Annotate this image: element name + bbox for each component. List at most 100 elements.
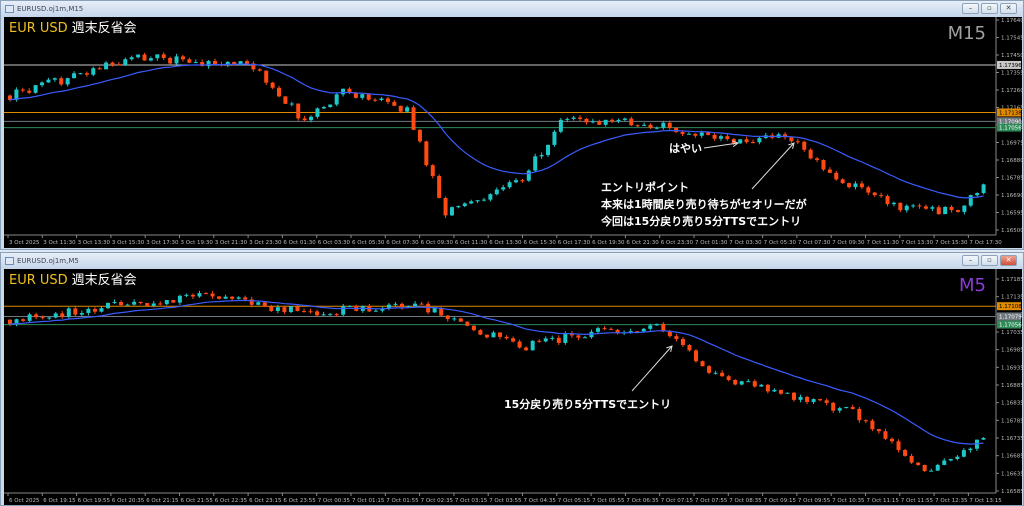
time-tick-label: 3 Oct 13:30 [78, 240, 111, 246]
candle-bearish [443, 197, 448, 216]
candle-bearish [59, 78, 64, 85]
price-tick-label: 1.16785 [1001, 418, 1022, 424]
candle-bearish [648, 124, 653, 128]
candle-bullish [379, 98, 384, 101]
candle-bullish [177, 295, 182, 303]
candle-bearish [484, 334, 489, 338]
chart-caption: 週末反省会 [71, 273, 137, 288]
candle-bearish [824, 400, 829, 403]
candle-bearish [674, 336, 679, 340]
candle-bearish [439, 308, 444, 316]
chart-window-m5[interactable]: EURUSD.oj1m,M5 – ▫ ✕ 1.17185 1.17135 1.170… [0, 252, 1024, 506]
window-titlebar[interactable]: EURUSD.oj1m,M5 – ▫ ✕ [1, 253, 1023, 269]
candle-bullish [757, 137, 762, 143]
candle-bearish [161, 54, 166, 58]
window-title: EURUSD.oj1m,M5 [17, 257, 79, 265]
time-tick-label: 7 Oct 07:55 [695, 498, 728, 504]
price-level-label: 1.17056 [999, 323, 1022, 329]
candle-bullish [844, 407, 849, 409]
time-tick-label: 7 Oct 03:15 [455, 498, 488, 504]
candle-bullish [699, 132, 704, 136]
time-tick-label: 6 Oct 22:35 [215, 498, 248, 504]
candle-bearish [834, 172, 839, 180]
candle-bullish [151, 303, 156, 306]
candle-bullish [104, 62, 109, 70]
price-tick-label: 1.17545 [1001, 36, 1022, 42]
candle-bearish [707, 366, 712, 373]
candle-bearish [60, 313, 65, 317]
chart-window-icon [5, 5, 14, 13]
restore-button[interactable]: ▫ [981, 255, 998, 266]
price-tick-label: 1.16885 [1001, 383, 1022, 389]
time-tick-label: 3 Oct 21:30 [215, 240, 248, 246]
price-chart-m15[interactable]: 1.17640 1.17545 1.17450 1.17355 1.17260 1.171… [4, 17, 1022, 248]
minimize-button[interactable]: – [962, 3, 979, 14]
chart-window-m15[interactable]: EURUSD.oj1m,M15 – ▫ ✕ 1.17640 1.17545 1.17… [0, 0, 1024, 250]
price-level-label: 1.17056 [999, 126, 1022, 132]
price-tick-label: 1.16585 [1001, 489, 1022, 495]
candle-bullish [197, 293, 202, 297]
candle-bearish [802, 141, 807, 150]
candle-bearish [168, 57, 173, 64]
candle-bearish [831, 402, 836, 411]
time-tick-label: 7 Oct 13:15 [969, 498, 1002, 504]
price-chart-m5[interactable]: 1.171851.171351.170851.170351.169851.169… [4, 269, 1022, 505]
candle-bearish [693, 133, 698, 136]
candle-bearish [694, 350, 698, 362]
candle-bearish [537, 340, 542, 342]
candle-bearish [720, 372, 725, 377]
time-tick-label: 6 Oct 15:30 [524, 240, 557, 246]
candle-bullish [475, 200, 480, 202]
window-titlebar[interactable]: EURUSD.oj1m,M15 – ▫ ✕ [1, 1, 1023, 17]
price-level-label: 1.17108 [999, 304, 1022, 310]
close-button[interactable]: ✕ [1000, 3, 1017, 14]
candle-bullish [968, 448, 973, 451]
candle-bullish [713, 372, 718, 374]
minimize-button[interactable]: – [962, 255, 979, 266]
candle-bullish [962, 205, 967, 212]
time-tick-label: 6 Oct 03:30 [318, 240, 351, 246]
candle-bearish [674, 127, 679, 133]
candle-bearish [726, 376, 731, 380]
price-tick-label: 1.16785 [1001, 176, 1022, 182]
timeframe-label: M5 [959, 275, 986, 296]
candle-bearish [576, 335, 581, 338]
candle-bearish [923, 206, 928, 209]
symbol-label: EUR USD [9, 273, 68, 288]
candle-bullish [91, 68, 96, 75]
candle-bullish [47, 317, 52, 319]
candle-bullish [462, 203, 467, 207]
candle-bearish [752, 381, 757, 387]
candle-bullish [811, 399, 816, 403]
close-button[interactable]: ✕ [1000, 255, 1017, 266]
time-tick-label: 7 Oct 01:55 [386, 498, 419, 504]
candle-bearish [262, 302, 267, 307]
candle-bearish [524, 347, 529, 351]
candle-bearish [872, 192, 877, 196]
restore-button[interactable]: ▫ [981, 3, 998, 14]
candle-bearish [471, 325, 476, 331]
time-tick-label: 7 Oct 05:15 [558, 498, 591, 504]
candle-bullish [975, 193, 980, 196]
time-tick-label: 3 Oct 11:30 [43, 240, 76, 246]
time-tick-label: 6 Oct 13:30 [489, 240, 522, 246]
time-tick-label: 7 Oct 09:30 [832, 240, 865, 246]
candle-bullish [526, 170, 531, 181]
candle-bullish [321, 314, 326, 316]
candle-bullish [72, 73, 77, 79]
annotation-entry: 15分戻り売り5分TTSでエントリ [504, 398, 672, 411]
candle-bearish [400, 303, 404, 308]
candle-bullish [125, 304, 130, 306]
candle-bullish [543, 338, 548, 342]
candle-bearish [827, 169, 832, 173]
candle-bearish [859, 183, 864, 188]
time-tick-label: 6 Oct 23:15 [249, 498, 282, 504]
price-tick-label: 1.16880 [1001, 158, 1022, 164]
price-tick-label: 1.16985 [1001, 348, 1022, 354]
price-level-label: 1.17138 [999, 110, 1022, 116]
candle-bearish [936, 207, 941, 215]
time-tick-label: 7 Oct 12:35 [935, 498, 968, 504]
candle-bullish [405, 107, 410, 112]
candle-bearish [110, 62, 115, 65]
time-tick-label: 7 Oct 13:30 [901, 240, 934, 246]
